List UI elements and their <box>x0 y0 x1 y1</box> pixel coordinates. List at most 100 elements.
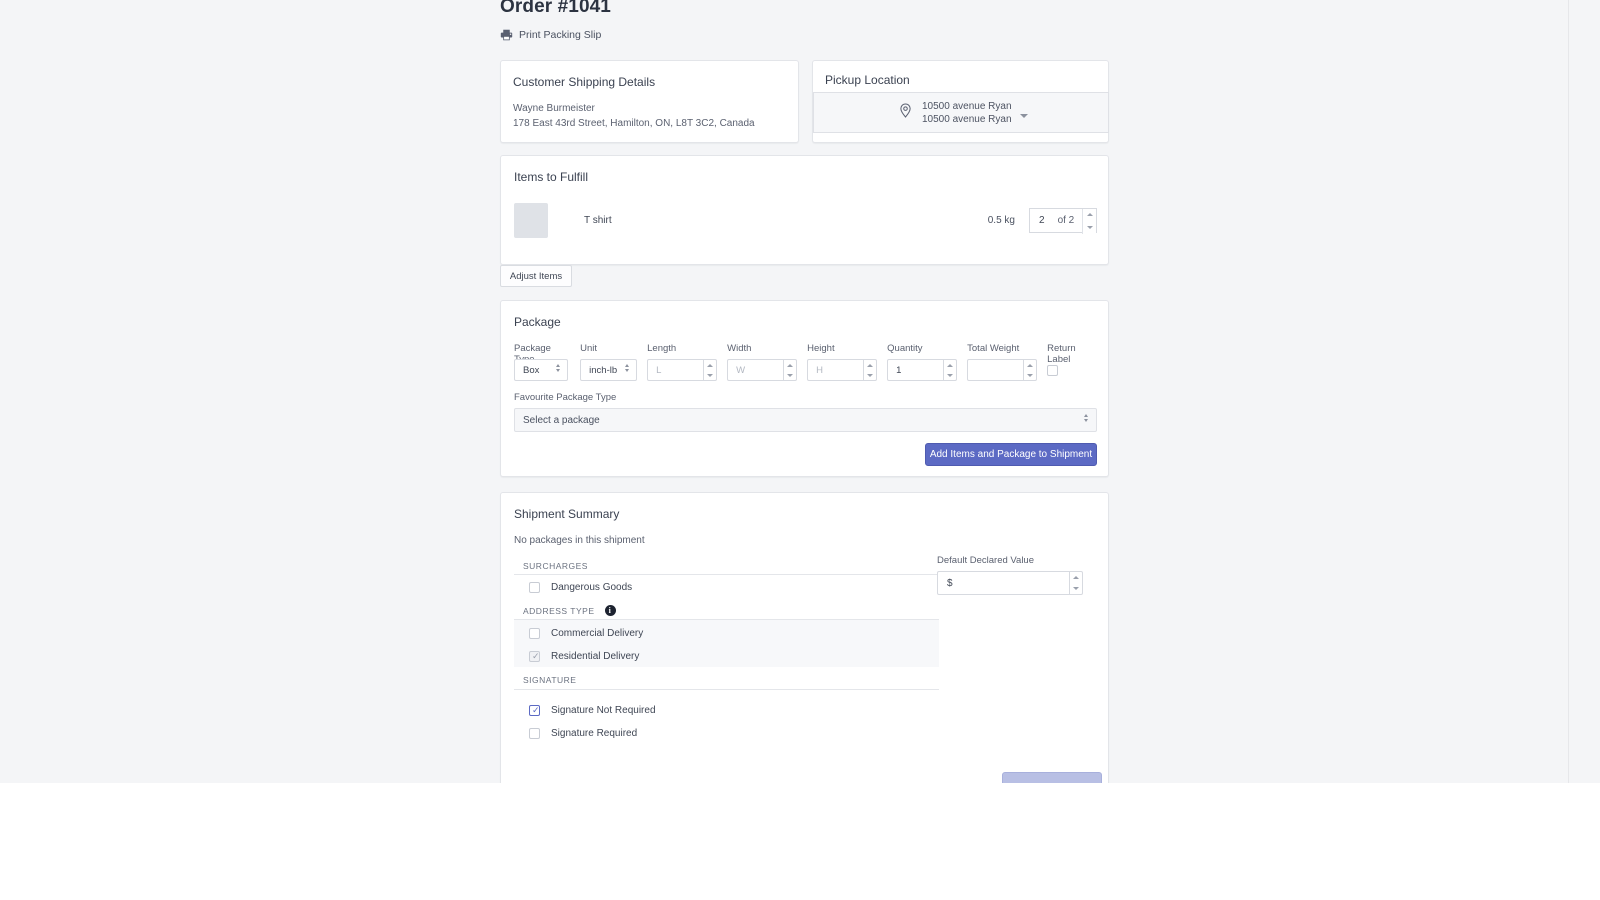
residential-delivery-checkbox[interactable]: ✓ <box>529 651 540 662</box>
check-icon: ✓ <box>532 651 540 661</box>
residential-delivery-label: Residential Delivery <box>551 651 640 662</box>
print-packing-slip-label: Print Packing Slip <box>519 29 602 41</box>
package-card: Package Package Type Box Unit inch-lb <box>500 300 1109 477</box>
signature-required-checkbox[interactable] <box>529 728 540 739</box>
total-weight-spinner[interactable] <box>1024 359 1038 381</box>
no-packages-message: No packages in this shipment <box>514 535 645 546</box>
width-spinner[interactable] <box>784 359 798 381</box>
favourite-package-type-value: Select a package <box>523 414 600 426</box>
add-items-and-package-button[interactable]: Add Items and Package to Shipment <box>925 443 1097 466</box>
pickup-line-2: 10500 avenue Ryan <box>922 113 1012 125</box>
printer-icon <box>500 29 513 41</box>
spinner-up-icon[interactable] <box>1073 576 1079 579</box>
package-fields-row: Package Type Box Unit inch-lb <box>514 343 1108 381</box>
spinner-down-icon[interactable] <box>1027 373 1034 377</box>
item-quantity-spinner[interactable] <box>1082 208 1096 234</box>
signature-not-required-row[interactable]: ✓ Signature Not Required <box>514 699 939 722</box>
product-thumbnail <box>514 202 548 238</box>
chevron-down-icon <box>1019 114 1028 118</box>
unit-field: Unit inch-lb <box>580 343 638 381</box>
declared-value-spinner[interactable] <box>1070 571 1083 595</box>
spinner-up-icon[interactable] <box>707 363 714 367</box>
address-type-label: ADDRESS TYPE <box>523 605 595 616</box>
pickup-location-select[interactable]: 10500 avenue Ryan 10500 avenue Ryan <box>813 92 1109 133</box>
commercial-delivery-row[interactable]: Commercial Delivery <box>514 622 939 645</box>
default-declared-value-label: Default Declared Value <box>937 555 1034 566</box>
customer-shipping-details-card: Customer Shipping Details Wayne Burmeist… <box>500 60 799 143</box>
height-input[interactable] <box>807 359 865 381</box>
dangerous-goods-checkbox[interactable] <box>529 582 540 593</box>
length-field: Length <box>647 343 718 381</box>
customer-address: 178 East 43rd Street, Hamilton, ON, L8T … <box>513 118 755 129</box>
quantity-label: Quantity <box>887 343 923 354</box>
spinner-down-icon[interactable] <box>787 373 794 377</box>
quantity-spinner[interactable] <box>944 359 958 381</box>
package-card-title: Package <box>514 315 561 329</box>
spinner-up-icon[interactable] <box>1086 213 1093 217</box>
signature-not-required-checkbox[interactable]: ✓ <box>529 705 540 716</box>
default-declared-value-input[interactable] <box>937 571 1070 595</box>
pickup-location-text: 10500 avenue Ryan 10500 avenue Ryan <box>922 100 1012 126</box>
table-row: T shirt 0.5 kg 2 of 2 <box>514 198 1097 242</box>
height-field: Height <box>807 343 878 381</box>
customer-name: Wayne Burmeister <box>513 103 595 114</box>
width-label: Width <box>727 343 752 354</box>
package-type-field: Package Type Box <box>514 343 570 381</box>
spinner-up-icon[interactable] <box>867 363 874 367</box>
commercial-delivery-checkbox[interactable] <box>529 628 540 639</box>
width-input[interactable] <box>727 359 785 381</box>
select-arrows-icon <box>625 364 630 372</box>
quantity-input[interactable] <box>887 359 945 381</box>
page-title: Order #1041 <box>500 0 611 17</box>
height-spinner[interactable] <box>864 359 878 381</box>
favourite-package-type-select[interactable]: Select a package <box>514 408 1097 432</box>
signature-not-required-label: Signature Not Required <box>551 705 656 716</box>
dangerous-goods-row[interactable]: Dangerous Goods <box>514 576 939 599</box>
select-arrows-icon <box>556 364 560 372</box>
signature-required-row[interactable]: Signature Required <box>514 722 939 745</box>
item-quantity-value: 2 <box>1039 214 1045 226</box>
spinner-up-icon[interactable] <box>947 363 954 367</box>
page-scrollbar[interactable] <box>1568 0 1600 783</box>
unit-value: inch-lb <box>589 364 618 376</box>
items-card-title: Items to Fulfill <box>514 170 589 184</box>
customer-card-title: Customer Shipping Details <box>513 75 656 89</box>
return-label-field: Return Label <box>1047 343 1098 381</box>
pickup-card-title: Pickup Location <box>825 73 910 87</box>
favourite-package-type-label: Favourite Package Type <box>514 392 617 403</box>
residential-delivery-row[interactable]: ✓ Residential Delivery <box>514 645 939 668</box>
quantity-field: Quantity <box>887 343 958 381</box>
info-icon[interactable]: i <box>604 605 616 616</box>
footer-action-button[interactable] <box>1002 772 1102 783</box>
spinner-down-icon[interactable] <box>947 373 954 377</box>
default-declared-value-field: Default Declared Value <box>937 555 1083 595</box>
spinner-down-icon[interactable] <box>1086 225 1093 229</box>
total-weight-label: Total Weight <box>967 343 1020 354</box>
spinner-down-icon[interactable] <box>1073 587 1079 590</box>
print-packing-slip-link[interactable]: Print Packing Slip <box>500 29 601 41</box>
return-label-checkbox[interactable] <box>1047 364 1059 376</box>
spinner-down-icon[interactable] <box>867 373 874 377</box>
adjust-items-button[interactable]: Adjust Items <box>500 265 572 287</box>
total-weight-input[interactable] <box>967 359 1025 381</box>
package-type-select[interactable]: Box <box>514 359 568 381</box>
spinner-up-icon[interactable] <box>787 363 794 367</box>
total-weight-field: Total Weight <box>967 343 1038 381</box>
unit-select[interactable]: inch-lb <box>580 359 638 381</box>
pickup-line-1: 10500 avenue Ryan <box>922 100 1012 112</box>
spinner-up-icon[interactable] <box>1027 363 1034 367</box>
check-icon: ✓ <box>532 705 540 715</box>
spinner-down-icon[interactable] <box>707 373 714 377</box>
item-quantity-stepper[interactable]: 2 of 2 <box>1029 207 1097 234</box>
signature-required-label: Signature Required <box>551 728 638 739</box>
dangerous-goods-label: Dangerous Goods <box>551 582 633 593</box>
length-spinner[interactable] <box>704 359 718 381</box>
return-label-label: Return Label <box>1047 343 1076 365</box>
items-to-fulfill-card: Items to Fulfill T shirt 0.5 kg 2 of 2 <box>500 155 1109 265</box>
length-input[interactable] <box>647 359 705 381</box>
page-viewport: Order #1041 Print Packing Slip Customer … <box>0 0 1568 783</box>
item-quantity-total: of 2 <box>1057 214 1075 226</box>
select-arrows-icon <box>1084 414 1088 422</box>
commercial-delivery-label: Commercial Delivery <box>551 628 644 639</box>
signature-section-header: SIGNATURE <box>523 675 577 685</box>
